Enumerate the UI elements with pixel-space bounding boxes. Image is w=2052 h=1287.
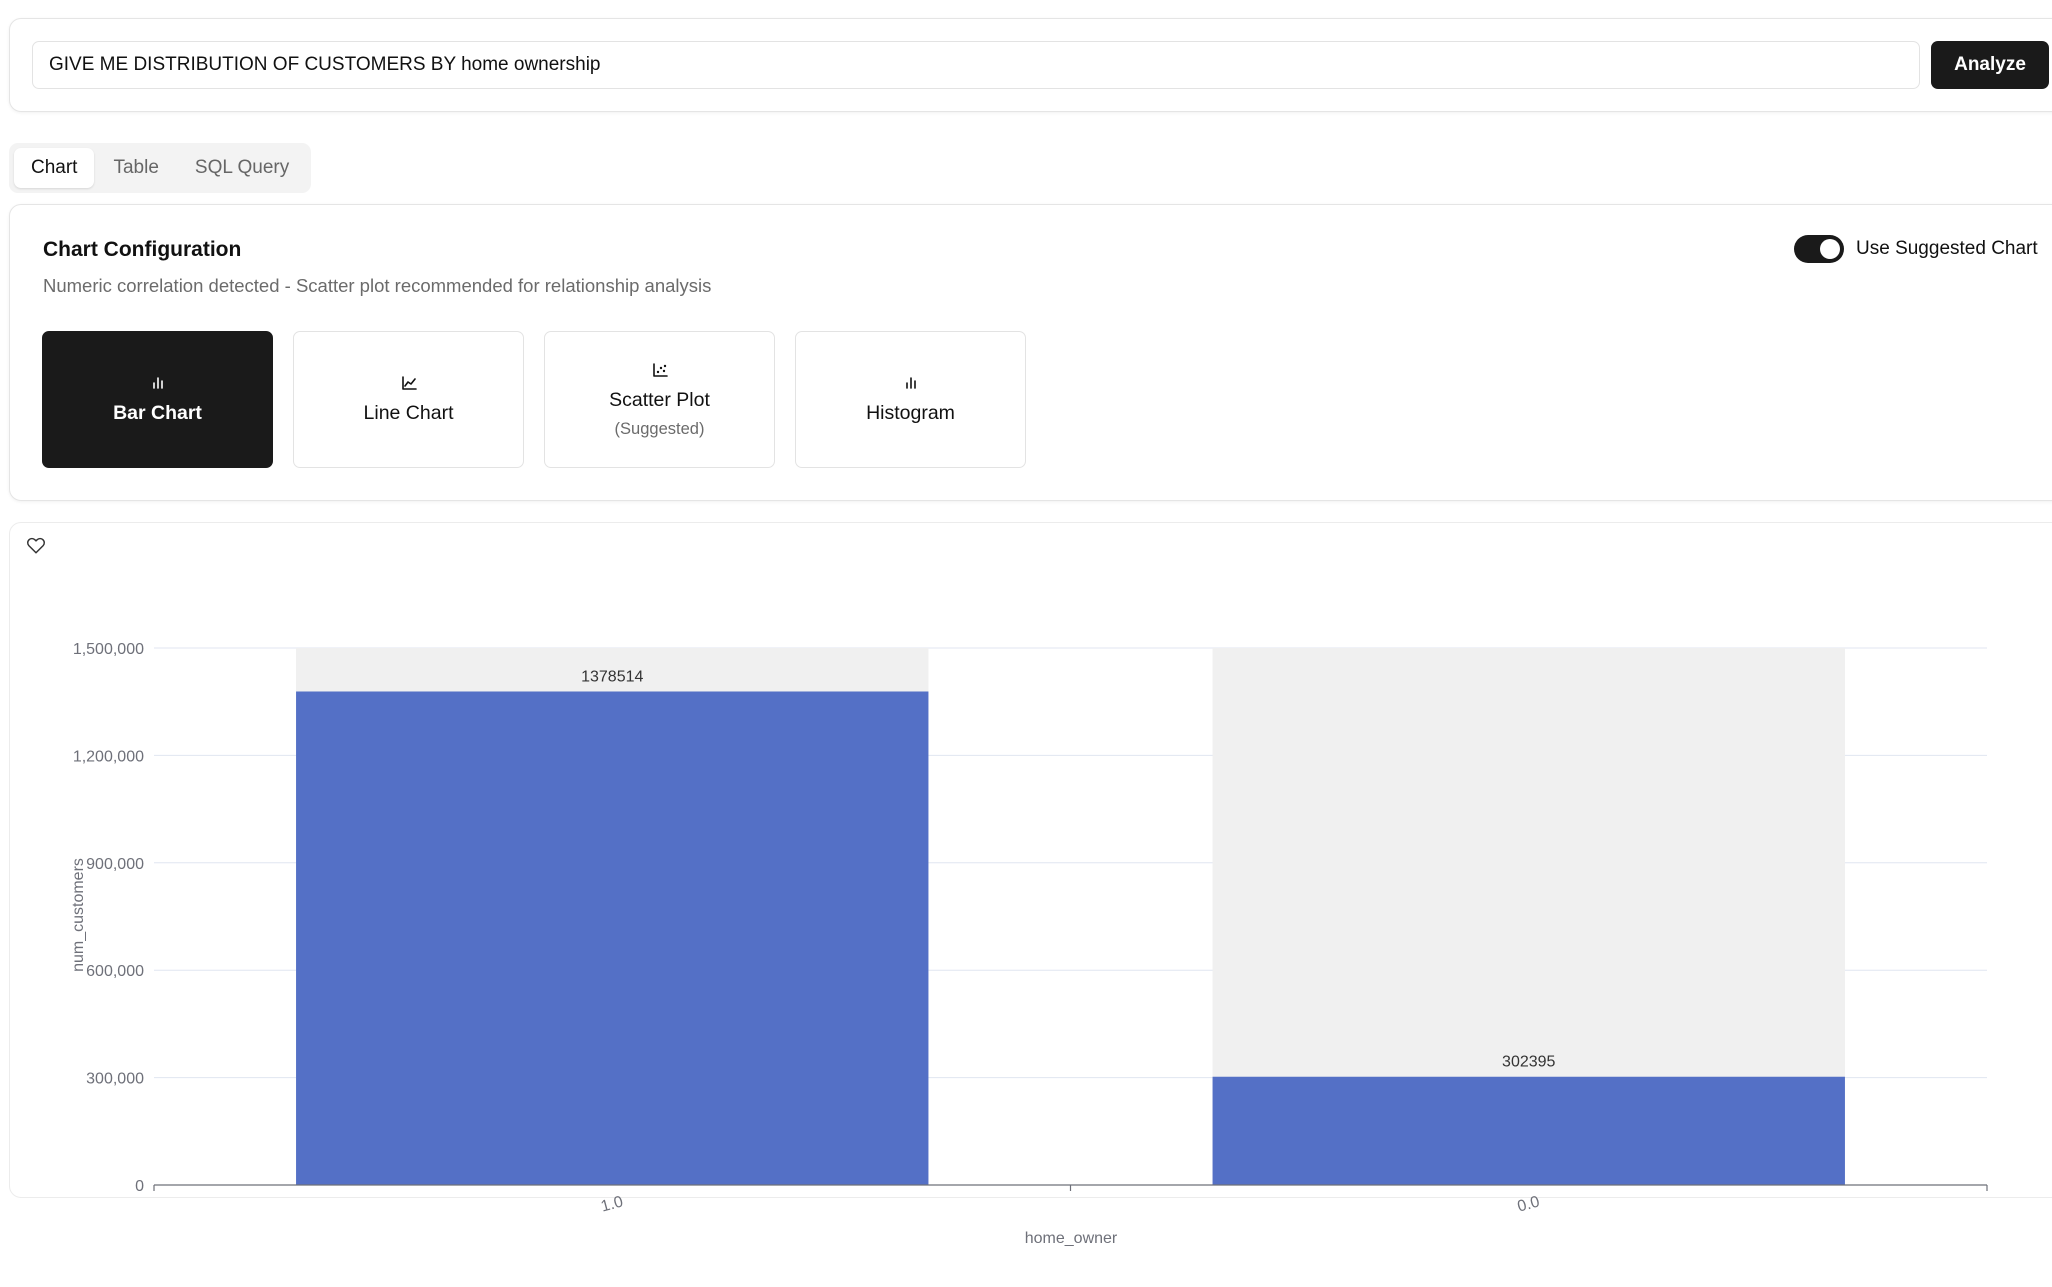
y-tick-label: 900,000 [86,856,144,873]
bar [1212,1076,1845,1185]
bar-value-label: 302395 [1502,1054,1555,1071]
x-tick-label: 0.0 [1516,1193,1542,1215]
bar-layer: 1378514 302395 [296,648,1845,1185]
y-tick-label: 0 [135,1178,144,1195]
y-axis-title: num_customers [70,858,87,972]
y-tick-label: 1,500,000 [73,641,144,658]
bar-value-label: 1378514 [581,668,643,685]
x-tick-label: 1.0 [599,1193,625,1215]
bar [296,691,929,1185]
y-tick-label: 300,000 [86,1071,144,1088]
bar-chart: 1378514 302395 0 300,000 600,000 900,000 1,20… [70,641,1988,1247]
y-tick-label: 600,000 [86,963,144,980]
y-tick-label: 1,200,000 [73,748,144,765]
x-axis-title: home_owner [1025,1230,1118,1247]
